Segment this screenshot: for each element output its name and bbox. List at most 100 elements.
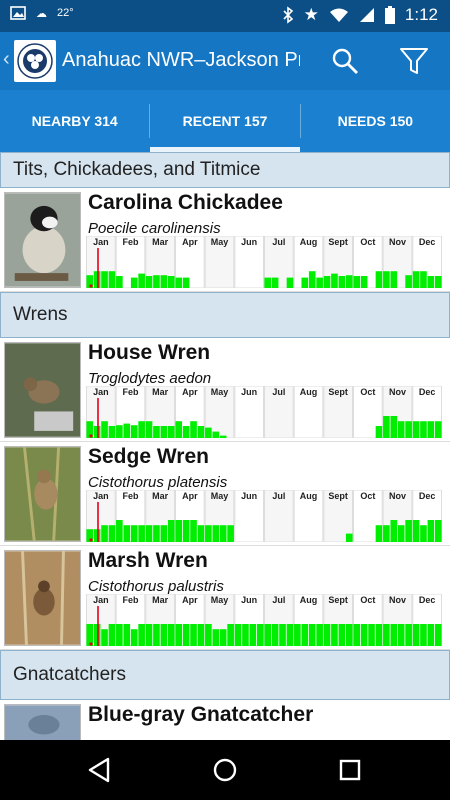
frequency-bar [197, 624, 205, 646]
frequency-bar [182, 277, 190, 288]
frequency-bar [145, 624, 153, 646]
month-label: Aug [300, 387, 318, 397]
image-icon [10, 6, 26, 20]
frequency-bar [108, 624, 116, 646]
month-label: Mar [152, 491, 169, 501]
frequency-bar [353, 624, 361, 646]
frequency-bar [427, 421, 435, 438]
frequency-bar [383, 624, 390, 646]
frequency-bar [301, 624, 309, 646]
frequency-bar [130, 277, 138, 288]
frequency-bar [234, 624, 242, 646]
species-common-name: Sedge Wren [88, 445, 209, 468]
frequency-bar [205, 624, 212, 646]
logo-emblem-icon [17, 43, 53, 79]
status-bar: ☁ 22° ★ 1:12 [0, 0, 450, 32]
month-label: Aug [300, 237, 318, 247]
frequency-bar [375, 624, 383, 646]
back-chevron-icon[interactable]: ‹ [3, 48, 10, 71]
section-header: Wrens [0, 292, 450, 338]
recents-nav-icon[interactable] [334, 754, 366, 786]
system-nav-bar [0, 740, 450, 800]
frequency-bar [420, 271, 427, 288]
month-label: Jul [272, 387, 285, 397]
frequency-bar [205, 427, 212, 438]
frequency-bar [405, 421, 412, 438]
species-row[interactable]: Blue-gray Gnatcatcher [0, 700, 450, 740]
frequency-bar [227, 525, 234, 542]
month-label: Sept [328, 491, 348, 501]
bird-photo [4, 446, 81, 542]
species-row[interactable]: Carolina Chickadee Poecile carolinensis … [0, 188, 450, 292]
frequency-bar [175, 277, 183, 288]
location-title: Anahuac NWR–Jackson Pra [62, 49, 300, 71]
app-logo[interactable] [14, 40, 56, 82]
frequency-bar [345, 533, 353, 542]
frequency-bar [405, 520, 412, 542]
temperature-text: 22° [57, 7, 74, 19]
species-list[interactable]: Tits, Chickadees, and Titmice Carolina C… [0, 152, 450, 740]
month-label: Feb [122, 387, 139, 397]
frequency-bar [264, 624, 272, 646]
frequency-bar [412, 624, 420, 646]
abundance-chart: Jan Feb Mar Apr May Jun Jul Aug Sept Oct Nov Dec [86, 490, 442, 542]
month-label: Jun [241, 237, 257, 247]
species-row[interactable]: House Wren Troglodytes aedon Jan Feb Mar Ap… [0, 338, 450, 442]
frequency-bar [338, 276, 346, 288]
month-label: Jun [241, 595, 257, 605]
frequency-bar [153, 525, 160, 542]
species-row[interactable]: Sedge Wren Cistothorus platensis Jan Feb M… [0, 442, 450, 546]
tab-recent[interactable]: RECENT 157 [150, 90, 300, 152]
month-label: Sept [328, 387, 348, 397]
frequency-bar [108, 271, 116, 288]
section-header: Gnatcatchers [0, 650, 450, 700]
frequency-bar [219, 435, 227, 438]
frequency-bar [316, 277, 323, 288]
bird-photo [4, 550, 81, 646]
frequency-bar [108, 426, 116, 438]
frequency-bar [390, 624, 398, 646]
species-row[interactable]: Marsh Wren Cistothorus palustris Jan Feb M… [0, 546, 450, 650]
month-label: Oct [360, 595, 375, 605]
signal-icon [359, 8, 374, 22]
month-label: Mar [152, 237, 169, 247]
frequency-bar [405, 275, 412, 288]
month-label: Sept [328, 237, 348, 247]
frequency-bar [167, 426, 175, 438]
frequency-bar [323, 624, 331, 646]
frequency-bar [390, 416, 398, 438]
month-label: Apr [182, 387, 198, 397]
home-nav-icon[interactable] [209, 754, 241, 786]
bird-photo [4, 704, 81, 740]
frequency-bar [116, 425, 123, 438]
marker-dot [89, 284, 93, 288]
back-nav-icon[interactable] [84, 754, 116, 786]
frequency-bar [331, 273, 338, 288]
tab-nearby[interactable]: NEARBY 314 [0, 90, 149, 152]
filter-icon[interactable] [398, 45, 430, 77]
frequency-bar [212, 431, 220, 438]
frequency-bar [420, 421, 427, 438]
tab-needs[interactable]: NEEDS 150 [301, 90, 450, 152]
frequency-bar [397, 421, 405, 438]
bird-photo [4, 192, 81, 288]
frequency-bar [405, 624, 412, 646]
frequency-bar [138, 525, 145, 542]
frequency-bar [190, 520, 197, 542]
month-label: Aug [300, 595, 318, 605]
species-scientific-name: Cistothorus platensis [88, 474, 228, 491]
frequency-bar [271, 277, 279, 288]
month-label: Jul [272, 595, 285, 605]
frequency-bar [138, 421, 145, 438]
month-label: May [211, 237, 229, 247]
frequency-bar [434, 421, 442, 438]
search-icon[interactable] [330, 46, 360, 76]
abundance-chart: Jan Feb Mar Apr May Jun Jul Aug Sept Oct Nov Dec [86, 236, 442, 288]
month-label: Jun [241, 491, 257, 501]
frequency-bar [412, 271, 420, 288]
month-label: Jan [93, 491, 109, 501]
month-label: Oct [360, 491, 375, 501]
frequency-bar [338, 624, 346, 646]
frequency-bar [345, 275, 353, 288]
month-label: Oct [360, 387, 375, 397]
